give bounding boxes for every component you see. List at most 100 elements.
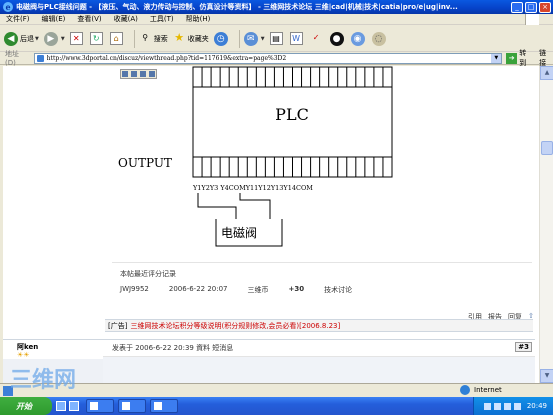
ie-icon: e bbox=[3, 2, 13, 12]
refresh-icon: ↻ bbox=[89, 32, 103, 45]
tray-icon[interactable] bbox=[483, 402, 491, 410]
refresh-button[interactable]: ↻ bbox=[89, 32, 105, 45]
scroll-down-icon[interactable]: ▼ bbox=[540, 369, 553, 383]
search-button[interactable]: ⚲ 搜索 bbox=[139, 32, 167, 45]
taskbar: 开始 20:49 bbox=[0, 397, 553, 415]
menu-bar: 文件(F) 编辑(E) 查看(V) 收藏(A) 工具(T) 帮助(H) bbox=[0, 14, 553, 25]
toolbar: ◀ 后退 ▼ ▶ ▼ ✕ ↻ ⌂ ⚲ 搜索 ★ 收藏夹 ◷ ✉ ▼ ▤ W ✓ … bbox=[0, 26, 553, 52]
maximize-button[interactable]: □ bbox=[525, 1, 537, 13]
window-icon bbox=[122, 402, 130, 410]
post-content-panel bbox=[103, 357, 535, 384]
title-bar: e 电磁阀与PLC接线问题 - 【液压、气动、液力传动与控制、仿真设计等资料】 … bbox=[0, 0, 553, 14]
print-image-icon[interactable] bbox=[131, 71, 138, 77]
minimize-button[interactable]: _ bbox=[511, 1, 523, 13]
edit-button[interactable]: W bbox=[289, 32, 305, 45]
history-button[interactable]: ◷ bbox=[213, 31, 230, 46]
stop-button[interactable]: ✕ bbox=[69, 32, 85, 45]
chevron-down-icon: ▼ bbox=[60, 35, 65, 42]
links-label[interactable]: 链接 bbox=[539, 48, 553, 68]
wire-y1 bbox=[197, 193, 237, 219]
menu-favorites[interactable]: 收藏(A) bbox=[114, 14, 138, 24]
messenger-button[interactable]: ✓ bbox=[310, 32, 325, 45]
print-button[interactable]: ▤ bbox=[269, 32, 285, 45]
ie-quicklaunch-icon[interactable] bbox=[69, 401, 79, 411]
output-label: OUTPUT bbox=[118, 156, 172, 170]
menu-tools[interactable]: 工具(T) bbox=[150, 14, 174, 24]
rating-user[interactable]: JWJ9952 bbox=[120, 285, 149, 295]
desktop-icon[interactable] bbox=[56, 401, 66, 411]
start-label: 开始 bbox=[16, 401, 32, 411]
home-icon: ⌂ bbox=[109, 32, 123, 45]
research-button[interactable]: ◉ bbox=[350, 31, 367, 46]
address-url[interactable]: http://www.3dportal.cn/discuz/viewthread… bbox=[47, 55, 492, 62]
author-rank-icon: ☀☀ bbox=[17, 351, 30, 359]
taskbar-item[interactable] bbox=[118, 399, 146, 413]
menu-view[interactable]: 查看(V) bbox=[77, 14, 101, 24]
close-button[interactable]: × bbox=[539, 1, 551, 13]
home-button[interactable]: ⌂ bbox=[109, 32, 125, 45]
address-dropdown-icon[interactable]: ▼ bbox=[491, 53, 502, 63]
mail-button[interactable]: ✉ ▼ bbox=[243, 31, 265, 46]
volume-icon[interactable] bbox=[513, 402, 521, 410]
valve-label: 电磁阀 bbox=[221, 225, 257, 240]
rating-log-title: 本帖最近评分记录 bbox=[120, 270, 176, 278]
page-viewport: PLC OUTPUT Y1Y2Y3 Y4COMY11Y12Y13Y14COM 电… bbox=[0, 66, 553, 384]
forward-arrow-icon: ▶ bbox=[43, 31, 58, 46]
go-label: 转到 bbox=[519, 49, 527, 67]
back-label: 后退 bbox=[20, 34, 34, 43]
go-button[interactable]: ➔ 转到 bbox=[506, 48, 533, 68]
taskbar-item[interactable] bbox=[86, 399, 114, 413]
folder-image-icon[interactable] bbox=[148, 71, 155, 77]
menu-edit[interactable]: 编辑(E) bbox=[42, 14, 66, 24]
back-button[interactable]: ◀ 后退 ▼ bbox=[4, 31, 39, 46]
taskbar-item[interactable] bbox=[150, 399, 178, 413]
go-arrow-icon: ➔ bbox=[506, 52, 518, 64]
menu-help[interactable]: 帮助(H) bbox=[186, 14, 211, 24]
start-button[interactable]: 开始 bbox=[0, 397, 52, 415]
address-bar: 地址(D) http://www.3dportal.cn/discuz/view… bbox=[0, 49, 553, 67]
forward-button[interactable]: ▶ ▼ bbox=[43, 31, 65, 46]
post-body: 发表于 2006-6-22 20:39 資料 短消息 #3 bbox=[103, 339, 535, 384]
page-status-icon bbox=[3, 385, 13, 396]
qq-button[interactable]: ● bbox=[329, 31, 346, 46]
address-label: 地址(D) bbox=[5, 50, 19, 67]
rating-currency: 三维币 bbox=[247, 286, 269, 294]
vertical-scrollbar[interactable]: ▲ ▼ bbox=[539, 66, 553, 383]
post-floor-badge[interactable]: #3 bbox=[515, 342, 532, 352]
plc-label: PLC bbox=[275, 105, 309, 124]
tray-icon[interactable] bbox=[493, 402, 501, 410]
favorites-button[interactable]: ★ 收藏夹 bbox=[173, 31, 208, 45]
terminal-labels: Y1Y2Y3 Y4COMY11Y12Y13Y14COM bbox=[192, 184, 313, 192]
menu-file[interactable]: 文件(F) bbox=[6, 14, 30, 24]
star-icon: ★ bbox=[174, 31, 185, 44]
toolbar-separator bbox=[238, 29, 240, 48]
stop-icon: ✕ bbox=[69, 32, 83, 45]
scroll-up-icon[interactable]: ▲ bbox=[540, 66, 553, 80]
address-input[interactable]: http://www.3dportal.cn/discuz/viewthread… bbox=[33, 52, 503, 64]
back-arrow-icon: ◀ bbox=[4, 31, 18, 46]
system-tray: 20:49 bbox=[473, 397, 553, 415]
ad-link[interactable]: 三维网技术论坛积分等级说明(积分规则修改,会员必看)[2006.8.23] bbox=[130, 321, 340, 331]
scroll-thumb[interactable] bbox=[541, 141, 553, 155]
image-toolbar[interactable] bbox=[120, 69, 157, 79]
status-bar: Internet bbox=[0, 383, 553, 397]
tray-icon[interactable] bbox=[503, 402, 511, 410]
mail-image-icon[interactable] bbox=[139, 71, 146, 77]
window-icon bbox=[154, 402, 162, 410]
zone-label: Internet bbox=[474, 386, 502, 394]
ie-window: e 电磁阀与PLC接线问题 - 【液压、气动、液力传动与控制、仿真设计等资料】 … bbox=[0, 0, 553, 415]
history-icon: ◷ bbox=[213, 31, 228, 46]
post-meta: 发表于 2006-6-22 20:39 資料 短消息 bbox=[112, 344, 234, 352]
rating-time: 2006-6-22 20:07 bbox=[168, 285, 228, 293]
ad-label: [广告] bbox=[108, 321, 128, 330]
link-button[interactable]: ◌ bbox=[371, 31, 388, 46]
wire-com bbox=[239, 193, 271, 219]
research-icon: ◉ bbox=[350, 31, 365, 46]
clock[interactable]: 20:49 bbox=[527, 402, 547, 410]
chevron-down-icon: ▼ bbox=[260, 35, 265, 42]
save-image-icon[interactable] bbox=[122, 71, 129, 77]
windows-flag-icon bbox=[525, 14, 539, 25]
mail-icon: ✉ bbox=[243, 31, 258, 46]
author-info-panel bbox=[3, 359, 103, 384]
quick-launch bbox=[56, 401, 82, 411]
